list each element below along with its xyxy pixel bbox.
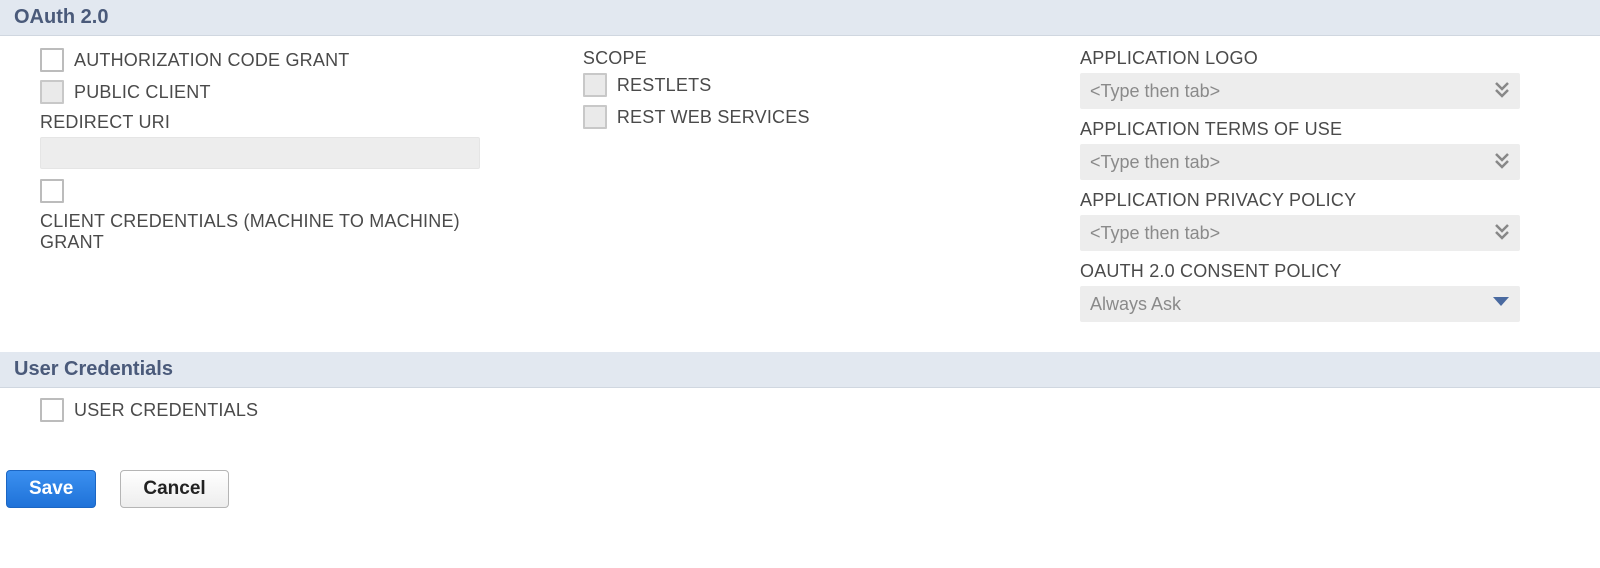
auth-code-grant-label: AUTHORIZATION CODE GRANT (74, 50, 349, 71)
double-chevron-down-icon[interactable] (1494, 155, 1510, 169)
caret-down-icon[interactable] (1492, 295, 1510, 313)
app-logo-label: APPLICATION LOGO (1080, 48, 1560, 69)
client-credentials-checkbox[interactable] (40, 179, 64, 203)
save-button[interactable]: Save (6, 470, 96, 508)
auth-code-grant-checkbox[interactable] (40, 48, 64, 72)
button-bar: Save Cancel (0, 460, 1600, 518)
double-chevron-down-icon[interactable] (1494, 84, 1510, 98)
oauth-section-body: AUTHORIZATION CODE GRANT PUBLIC CLIENT R… (0, 36, 1600, 352)
app-tou-label: APPLICATION TERMS OF USE (1080, 119, 1560, 140)
rest-web-services-label: REST WEB SERVICES (617, 107, 810, 128)
cancel-button[interactable]: Cancel (120, 470, 228, 508)
app-privacy-label: APPLICATION PRIVACY POLICY (1080, 190, 1560, 211)
consent-policy-select[interactable]: Always Ask (1080, 286, 1520, 322)
oauth-col-1: AUTHORIZATION CODE GRANT PUBLIC CLIENT R… (40, 48, 543, 332)
app-logo-input[interactable] (1080, 73, 1520, 109)
restlets-checkbox[interactable] (583, 73, 607, 97)
client-credentials-label: CLIENT CREDENTIALS (MACHINE TO MACHINE) … (40, 211, 480, 253)
user-credentials-label: USER CREDENTIALS (74, 400, 258, 421)
double-chevron-down-icon[interactable] (1494, 226, 1510, 240)
rest-web-services-checkbox[interactable] (583, 105, 607, 129)
scope-label: SCOPE (583, 48, 1040, 69)
oauth-col-2: SCOPE RESTLETS REST WEB SERVICES (583, 48, 1040, 332)
app-tou-input[interactable] (1080, 144, 1520, 180)
app-privacy-input[interactable] (1080, 215, 1520, 251)
consent-policy-value: Always Ask (1090, 294, 1181, 315)
public-client-label: PUBLIC CLIENT (74, 82, 211, 103)
oauth-col-3: APPLICATION LOGO APPLICATION TERMS OF US… (1080, 48, 1560, 332)
user-credentials-section-header: User Credentials (0, 352, 1600, 388)
user-credentials-section-body: USER CREDENTIALS (0, 388, 1600, 460)
oauth-section-header: OAuth 2.0 (0, 0, 1600, 36)
user-credentials-checkbox[interactable] (40, 398, 64, 422)
restlets-label: RESTLETS (617, 75, 712, 96)
redirect-uri-label: REDIRECT URI (40, 112, 543, 133)
redirect-uri-input[interactable] (40, 137, 480, 169)
consent-policy-label: OAUTH 2.0 CONSENT POLICY (1080, 261, 1560, 282)
public-client-checkbox[interactable] (40, 80, 64, 104)
